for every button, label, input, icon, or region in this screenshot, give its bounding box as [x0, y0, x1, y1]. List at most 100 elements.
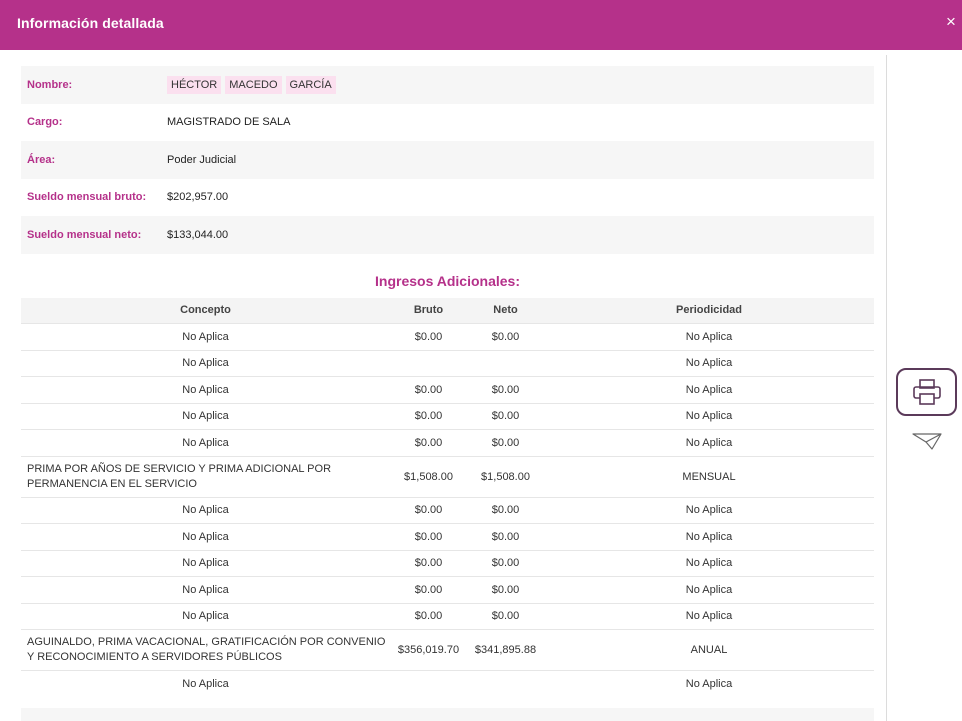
table-row: No Aplica $0.00 $0.00 No Aplica: [21, 549, 874, 577]
neto-value: $133,044.00: [167, 228, 229, 241]
table-row: No Aplica $0.00 $0.00 No Aplica: [21, 376, 874, 403]
name-chip-second: MACEDO: [225, 75, 282, 94]
cell-periodicidad: No Aplica: [544, 349, 874, 377]
cell-bruto: $0.00: [390, 496, 467, 524]
cell-neto: $341,895.88: [467, 629, 544, 671]
cell-neto: $0.00: [467, 496, 544, 524]
column-header-concepto: Concepto: [180, 304, 231, 317]
cell-neto: $0.00: [467, 402, 544, 430]
cell-periodicidad: No Aplica: [544, 576, 874, 603]
info-row-bruto: Sueldo mensual bruto: $202,957.00: [21, 179, 874, 217]
nombre-value: HÉCTOR MACEDO GARCÍA: [167, 75, 340, 94]
cell-neto: $0.00: [467, 523, 544, 550]
cell-bruto: [390, 349, 467, 377]
cell-neto: $0.00: [467, 549, 544, 577]
table-header-row: Concepto Bruto Neto Periodicidad: [21, 297, 874, 324]
cell-periodicidad: No Aplica: [544, 323, 874, 350]
paper-plane-icon: [912, 433, 942, 450]
cell-neto: $0.00: [467, 323, 544, 350]
table-row: AGUINALDO, PRIMA VACACIONAL, GRATIFICACI…: [21, 629, 874, 671]
detail-content: Nombre: HÉCTOR MACEDO GARCÍA Cargo: MAGIST…: [21, 66, 874, 721]
side-divider: [886, 55, 887, 721]
cell-concepto: AGUINALDO, PRIMA VACACIONAL, GRATIFICACI…: [21, 629, 390, 671]
cell-neto: $0.00: [467, 376, 544, 403]
table-row: No Aplica $0.00 $0.00 No Aplica: [21, 496, 874, 524]
modal-header: Información detallada ×: [0, 0, 962, 50]
cell-periodicidad: ANUAL: [544, 629, 874, 671]
cell-periodicidad: No Aplica: [544, 429, 874, 456]
column-header-neto: Neto: [493, 304, 518, 317]
ingresos-table: Concepto Bruto Neto Periodicidad No Apli…: [21, 297, 874, 697]
cell-bruto: [390, 670, 467, 697]
cell-concepto: No Aplica: [21, 496, 390, 524]
cell-bruto: $0.00: [390, 323, 467, 350]
cell-concepto: No Aplica: [21, 576, 390, 603]
cell-bruto: $356,019.70: [390, 629, 467, 671]
cell-concepto: No Aplica: [21, 376, 390, 403]
close-icon[interactable]: ×: [943, 12, 959, 32]
cell-concepto: No Aplica: [21, 549, 390, 577]
section-title: Ingresos Adicionales:: [375, 272, 520, 289]
cargo-label: Cargo:: [27, 116, 63, 129]
cell-neto: [467, 349, 544, 377]
table-row: No Aplica No Aplica: [21, 349, 874, 377]
cell-neto: $0.00: [467, 429, 544, 456]
cell-bruto: $0.00: [390, 523, 467, 550]
name-chip-first: HÉCTOR: [167, 75, 222, 94]
table-row: No Aplica $0.00 $0.00 No Aplica: [21, 402, 874, 430]
bruto-value: $202,957.00: [167, 191, 229, 204]
cell-bruto: $1,508.00: [390, 455, 467, 497]
cell-periodicidad: MENSUAL: [544, 455, 874, 497]
cell-concepto: No Aplica: [21, 523, 390, 550]
cell-periodicidad: No Aplica: [544, 549, 874, 577]
table-row: PRIMA POR AÑOS DE SERVICIO Y PRIMA ADICI…: [21, 455, 874, 497]
table-row: No Aplica $0.00 $0.00 No Aplica: [21, 323, 874, 350]
cell-periodicidad: No Aplica: [544, 602, 874, 630]
bruto-label: Sueldo mensual bruto:: [27, 191, 147, 204]
info-row-area: Área: Poder Judicial: [21, 141, 874, 179]
cell-bruto: $0.00: [390, 429, 467, 456]
cell-periodicidad: No Aplica: [544, 670, 874, 697]
print-button[interactable]: [896, 368, 957, 416]
cell-concepto: No Aplica: [21, 349, 390, 377]
cell-neto: [467, 670, 544, 697]
info-row-nombre: Nombre: HÉCTOR MACEDO GARCÍA: [21, 66, 874, 104]
table-row: No Aplica No Aplica: [21, 670, 874, 697]
cell-neto: $0.00: [467, 602, 544, 630]
table-row: No Aplica $0.00 $0.00 No Aplica: [21, 429, 874, 456]
info-row-neto: Sueldo mensual neto: $133,044.00: [21, 216, 874, 254]
cell-neto: $0.00: [467, 576, 544, 603]
cell-concepto: No Aplica: [21, 670, 390, 697]
cell-periodicidad: No Aplica: [544, 376, 874, 403]
send-button[interactable]: [911, 430, 943, 452]
info-row-cargo: Cargo: MAGISTRADO DE SALA: [21, 104, 874, 142]
cell-periodicidad: No Aplica: [544, 523, 874, 550]
table-row: No Aplica $0.00 $0.00 No Aplica: [21, 602, 874, 630]
table-body: No Aplica $0.00 $0.00 No Aplica No Aplica No …: [21, 323, 874, 697]
cell-periodicidad: No Aplica: [544, 402, 874, 430]
table-footer-band: [21, 708, 874, 721]
cell-concepto: PRIMA POR AÑOS DE SERVICIO Y PRIMA ADICI…: [21, 455, 390, 497]
nombre-label: Nombre:: [27, 78, 73, 91]
cell-bruto: $0.00: [390, 576, 467, 603]
cell-bruto: $0.00: [390, 376, 467, 403]
cell-bruto: $0.00: [390, 402, 467, 430]
cell-concepto: No Aplica: [21, 602, 390, 630]
column-header-periodicidad: Periodicidad: [675, 304, 743, 317]
modal-title: Información detallada: [17, 15, 164, 31]
table-row: No Aplica $0.00 $0.00 No Aplica: [21, 576, 874, 603]
cargo-value: MAGISTRADO DE SALA: [167, 116, 291, 129]
printer-icon: [912, 379, 941, 405]
cell-concepto: No Aplica: [21, 323, 390, 350]
cell-periodicidad: No Aplica: [544, 496, 874, 524]
table-row: No Aplica $0.00 $0.00 No Aplica: [21, 523, 874, 550]
name-chip-third: GARCÍA: [285, 75, 336, 94]
cell-bruto: $0.00: [390, 549, 467, 577]
neto-label: Sueldo mensual neto:: [27, 228, 142, 241]
area-label: Área:: [27, 153, 56, 166]
column-header-bruto: Bruto: [413, 304, 444, 317]
cell-concepto: No Aplica: [21, 429, 390, 456]
area-value: Poder Judicial: [167, 153, 237, 166]
cell-neto: $1,508.00: [467, 455, 544, 497]
cell-concepto: No Aplica: [21, 402, 390, 430]
